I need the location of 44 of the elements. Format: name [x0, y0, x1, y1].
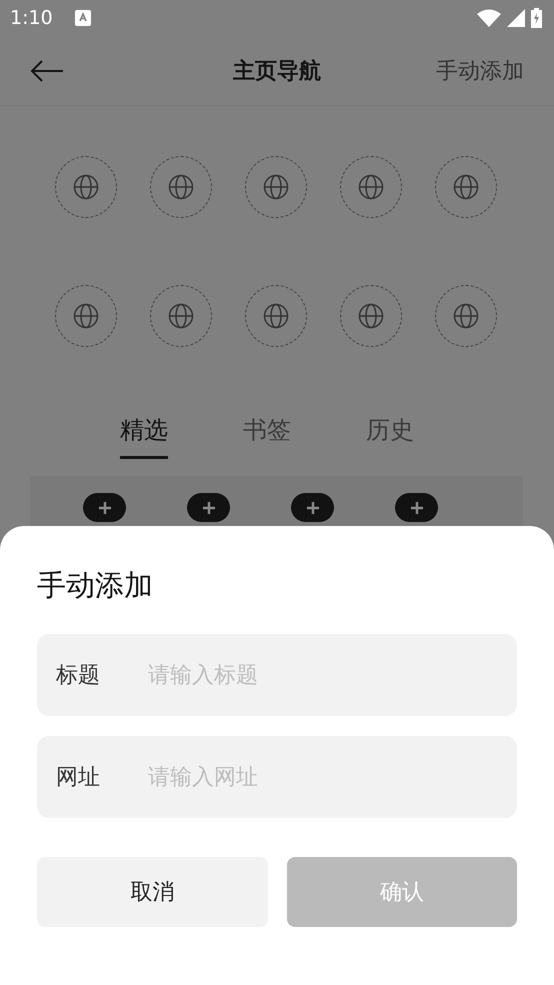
globe-icon: [168, 174, 194, 200]
empty-shortcut-slot[interactable]: [435, 156, 497, 218]
globe-icon: [73, 174, 99, 200]
globe-icon: [168, 303, 194, 329]
globe-icon: [73, 303, 99, 329]
globe-icon: [453, 174, 479, 200]
manual-add-button[interactable]: 手动添加: [436, 56, 524, 86]
add-button[interactable]: [83, 493, 126, 522]
empty-shortcut-slot[interactable]: [150, 156, 212, 218]
field-label: 标题: [56, 662, 101, 690]
globe-icon: [358, 303, 384, 329]
dialog-title: 手动添加: [37, 567, 154, 604]
cancel-button[interactable]: 取消: [37, 857, 268, 927]
empty-shortcut-slot[interactable]: [55, 285, 117, 347]
battery-charging-icon: [531, 8, 542, 28]
plus-icon: [202, 500, 216, 514]
globe-icon: [358, 174, 384, 200]
empty-shortcut-slot[interactable]: [245, 156, 307, 218]
tab[interactable]: 精选: [120, 414, 168, 459]
add-button[interactable]: [395, 493, 438, 522]
tab[interactable]: 书签: [243, 414, 291, 459]
empty-shortcut-slot[interactable]: [55, 156, 117, 218]
add-button[interactable]: [291, 493, 334, 522]
empty-shortcut-slot[interactable]: [245, 285, 307, 347]
empty-shortcut-slot[interactable]: [150, 285, 212, 347]
globe-icon: [263, 303, 289, 329]
status-time: 1:10: [10, 7, 53, 29]
empty-shortcut-slot[interactable]: [435, 285, 497, 347]
keyboard-notification-icon: [74, 10, 91, 26]
empty-shortcut-slot[interactable]: [340, 156, 402, 218]
globe-icon: [263, 174, 289, 200]
back-arrow-icon: [30, 58, 64, 82]
plus-icon: [410, 500, 424, 514]
back-button[interactable]: [30, 58, 64, 82]
plus-icon: [306, 500, 320, 514]
empty-shortcut-slot[interactable]: [340, 285, 402, 347]
add-button[interactable]: [187, 493, 230, 522]
tab[interactable]: 历史: [366, 414, 414, 459]
signal-icon: [507, 9, 525, 27]
page-title: 主页导航: [233, 58, 321, 84]
wifi-icon: [477, 9, 501, 27]
field-label: 网址: [56, 764, 101, 792]
plus-icon: [98, 500, 112, 514]
globe-icon: [453, 303, 479, 329]
